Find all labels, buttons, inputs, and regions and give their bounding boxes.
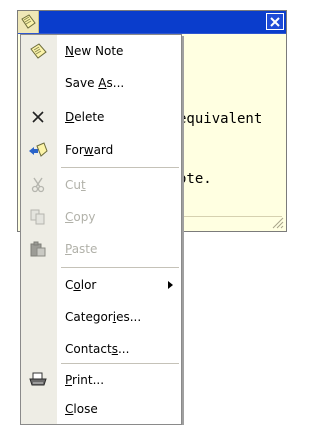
menu-item-categories[interactable]: Categories...: [21, 301, 181, 333]
delete-x-icon: [26, 106, 50, 128]
menu-item-paste[interactable]: Paste: [21, 233, 181, 265]
menu-separator: [61, 267, 179, 268]
note-text-line: ote.: [178, 171, 212, 187]
note-divider: [184, 216, 282, 217]
menu-item-label: Copy: [65, 210, 96, 224]
menu-item-label: Color: [65, 278, 97, 292]
printer-icon: [26, 369, 50, 391]
menu-item-contacts[interactable]: Contacts...: [21, 333, 181, 365]
submenu-arrow-icon: [168, 281, 173, 289]
menu-item-close[interactable]: Close: [21, 393, 181, 425]
menu-item-label: New Note: [65, 44, 124, 58]
paste-icon: [26, 238, 50, 260]
menu-item-label: Cut: [65, 178, 86, 192]
menu-item-cut[interactable]: Cut: [21, 169, 181, 201]
menu-item-delete[interactable]: Delete: [21, 101, 181, 133]
note-text-line: equivalent: [178, 111, 263, 127]
menu-item-print[interactable]: Print...: [21, 364, 181, 396]
menu-item-label: Close: [65, 402, 98, 416]
resize-grip-icon[interactable]: [270, 215, 284, 229]
menu-item-label: Forward: [65, 143, 114, 157]
context-menu: New Note Save As... Delete Forward Cut C…: [20, 34, 182, 425]
note-icon: [26, 40, 50, 62]
note-text[interactable]: equivalent ote.: [178, 69, 288, 229]
scissors-icon: [26, 174, 50, 196]
close-icon[interactable]: [266, 13, 284, 30]
menu-item-new-note[interactable]: New Note: [21, 35, 181, 67]
menu-item-label: Save As...: [65, 76, 125, 90]
menu-item-copy[interactable]: Copy: [21, 201, 181, 233]
forward-icon: [26, 139, 50, 161]
menu-item-label: Print...: [65, 373, 105, 387]
menu-item-label: Paste: [65, 242, 98, 256]
menu-item-label: Contacts...: [65, 342, 130, 356]
note-title-bar[interactable]: [18, 11, 286, 34]
menu-item-forward[interactable]: Forward: [21, 134, 181, 166]
menu-item-label: Delete: [65, 110, 105, 124]
copy-icon: [26, 206, 50, 228]
note-window-icon[interactable]: [18, 11, 39, 33]
menu-item-color[interactable]: Color: [21, 269, 181, 301]
menu-separator: [61, 167, 179, 168]
menu-item-save-as[interactable]: Save As...: [21, 67, 181, 99]
menu-item-label: Categories...: [65, 310, 142, 324]
